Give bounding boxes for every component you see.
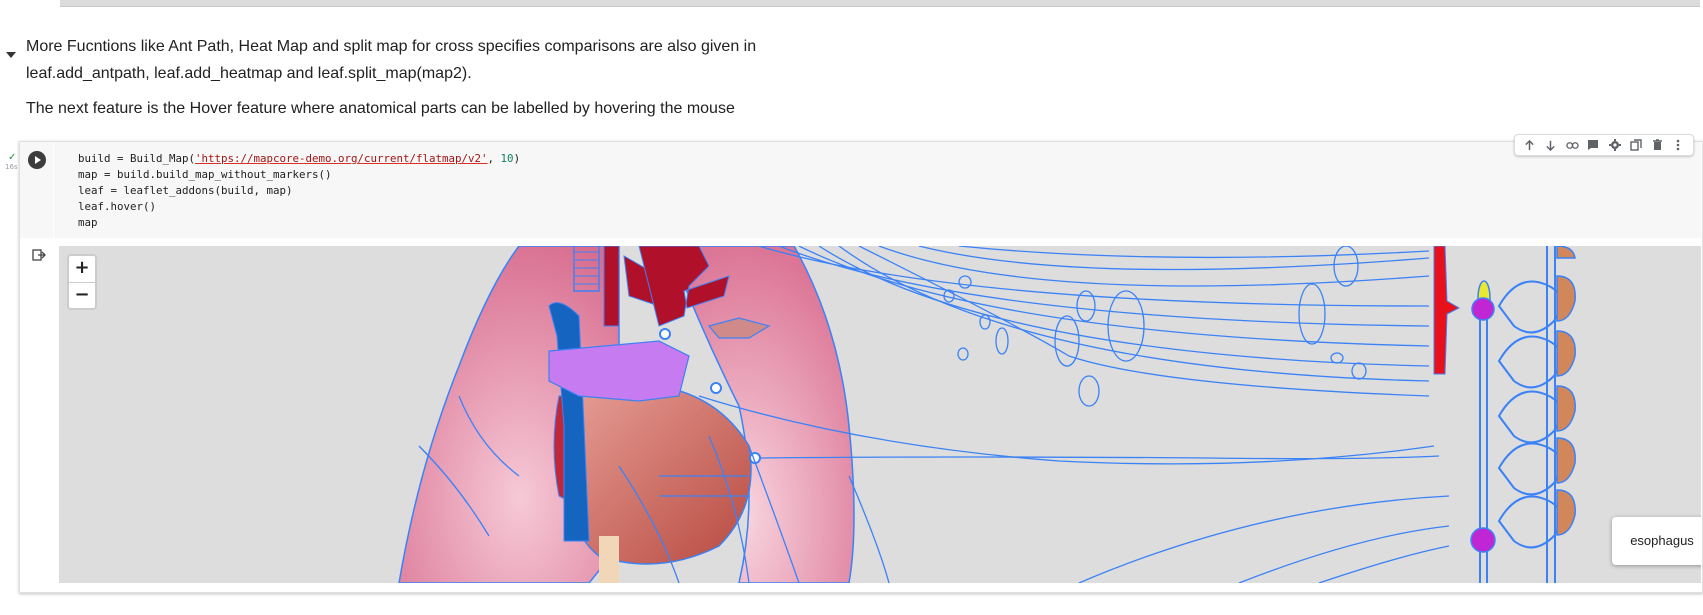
code-editor[interactable]: build = Build_Map('https://mapcore-demo.… bbox=[54, 142, 1701, 238]
link-icon[interactable] bbox=[1564, 137, 1580, 153]
previous-output-strip bbox=[60, 0, 1700, 7]
cell-toolbar bbox=[1514, 134, 1694, 156]
code-line-5: map bbox=[78, 216, 98, 229]
red-marker-bar bbox=[1433, 246, 1461, 375]
code-line-4: leaf.hover() bbox=[78, 200, 157, 213]
magenta-node-bottom bbox=[1470, 527, 1496, 553]
code-text[interactable]: build = Build_Map('https://mapcore-demo.… bbox=[78, 151, 520, 231]
execution-time: 16s bbox=[5, 163, 18, 171]
delete-icon[interactable] bbox=[1649, 137, 1665, 153]
code-token: ) bbox=[513, 152, 521, 165]
flatmap-canvas[interactable] bbox=[59, 246, 1701, 583]
markdown-paragraph-2: The next feature is the Hover feature wh… bbox=[26, 100, 735, 117]
code-line-2: map = build.build_map_without_markers() bbox=[78, 168, 332, 181]
execution-success-icon: ✓ bbox=[8, 152, 17, 163]
zoom-in-button[interactable]: + bbox=[69, 256, 95, 283]
more-vert-icon[interactable] bbox=[1670, 137, 1686, 153]
zoom-out-button[interactable]: − bbox=[69, 283, 95, 308]
comment-icon[interactable] bbox=[1585, 137, 1601, 153]
code-cell[interactable]: ✓ 16s build = Build_Map('https://mapcore… bbox=[5, 134, 1703, 593]
code-line-3: leaf = leaflet_addons(build, map) bbox=[78, 184, 293, 197]
mirror-cell-icon[interactable] bbox=[1628, 137, 1644, 153]
map-view[interactable]: + − esophagus bbox=[59, 246, 1701, 583]
highlighted-region bbox=[548, 340, 690, 402]
magenta-node-top bbox=[1471, 297, 1495, 321]
code-string-url: 'https://mapcore-demo.org/current/flatma… bbox=[195, 152, 488, 165]
output-actions-icon[interactable] bbox=[32, 248, 46, 261]
hover-tooltip: esophagus bbox=[1612, 517, 1701, 565]
run-cell-button[interactable] bbox=[28, 151, 46, 169]
arrow-up-icon[interactable] bbox=[1522, 137, 1538, 153]
vertebra-bodies bbox=[1556, 246, 1576, 536]
collapse-section-icon[interactable] bbox=[6, 52, 16, 58]
esophagus-strip bbox=[599, 536, 619, 583]
cell-gutter: ✓ 16s bbox=[5, 142, 53, 238]
code-number: 10 bbox=[500, 152, 514, 165]
markdown-paragraph-1: More Fucntions like Ant Path, Heat Map a… bbox=[26, 33, 826, 87]
gear-icon[interactable] bbox=[1607, 137, 1623, 153]
code-token: build = Build_Map( bbox=[78, 152, 196, 165]
arrow-down-icon[interactable] bbox=[1543, 137, 1559, 153]
markdown-line-1: More Fucntions like Ant Path, Heat Map a… bbox=[26, 38, 757, 55]
markdown-line-2: leaf.add_antpath, leaf.add_heatmap and l… bbox=[26, 65, 472, 82]
vertebrae bbox=[1497, 280, 1562, 549]
zoom-control: + − bbox=[67, 254, 97, 310]
code-token: , bbox=[487, 152, 501, 165]
